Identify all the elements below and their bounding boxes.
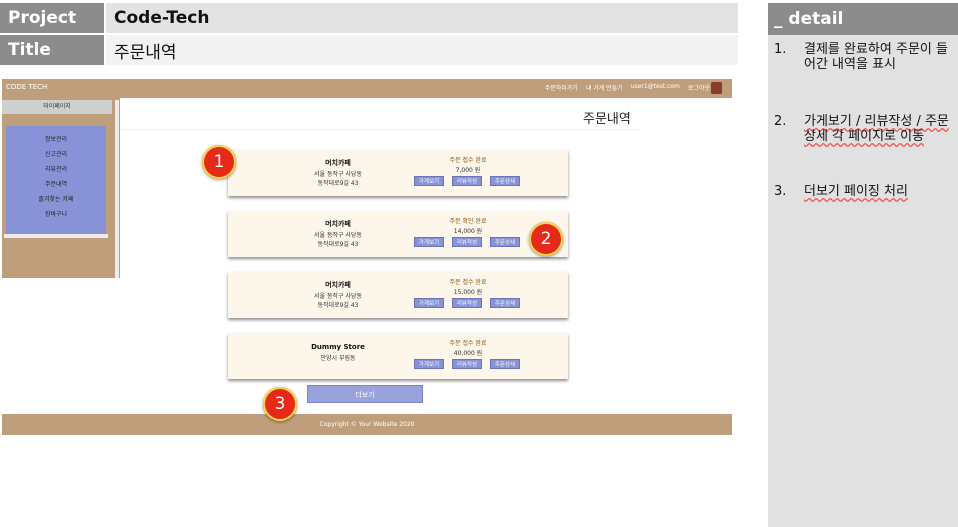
sidebar-menu: 정보관리 신고관리 리뷰관리 주문내역 즐겨찾는 카페 장바구니 [6, 126, 106, 234]
write-review-button[interactable]: 리뷰작성 [452, 359, 482, 369]
view-store-button[interactable]: 가게보기 [414, 176, 444, 186]
sidebar-vertical-scrollbar[interactable] [115, 100, 119, 278]
title-value: 주문내역 [106, 35, 738, 65]
store-address: 서울 동작구 사당동 [314, 293, 362, 300]
write-review-button[interactable]: 리뷰작성 [452, 298, 482, 308]
sidebar-item-report[interactable]: 신고관리 [6, 147, 106, 162]
store-address: 서울 동작구 사당동 [314, 232, 362, 239]
detail-item-text: 더보기 페이징 처리 [804, 184, 908, 199]
detail-item-2: 2. 가게보기 / 리뷰작성 / 주문상세 각 페이지로 이동 [774, 114, 954, 144]
project-value: Code-Tech [106, 3, 738, 33]
order-card: 머치카페 서울 동작구 사당동 동작대로9길 43 주문 접수 완료 7,000… [228, 150, 568, 196]
store-address: 안양시 부림동 [320, 355, 356, 362]
order-price: 7,000 원 [455, 167, 481, 174]
store-address-detail: 동작대로9길 43 [317, 241, 359, 248]
sidebar-item-favorites[interactable]: 즐겨찾는 카페 [6, 192, 106, 207]
order-card: 머치카페 서울 동작구 사당동 동작대로9길 43 주문 접수 완료 15,00… [228, 272, 568, 318]
navbar: CODE TECH 주문하러가기 내 가게 만들기 user1@test.com… [2, 79, 732, 98]
order-status: 주문 접수 완료 [449, 279, 487, 286]
title-label: Title [0, 35, 104, 65]
order-card: Dummy Store 안양시 부림동 주문 접수 완료 40,000 원 가게… [228, 333, 568, 379]
detail-item-number: 3. [774, 184, 787, 199]
order-detail-button[interactable]: 주문상세 [490, 176, 520, 186]
detail-item-text: 결제를 완료하여 주문이 들어간 내역을 표시 [804, 42, 948, 72]
order-price: 15,000 원 [453, 289, 483, 296]
store-name: 머치카페 [325, 159, 351, 167]
page-title: 주문내역 [583, 112, 631, 127]
view-store-button[interactable]: 가게보기 [414, 237, 444, 247]
sidebar-item-cart[interactable]: 장바구니 [6, 207, 106, 222]
footer: Copyright © Your Website 2020 [2, 414, 732, 435]
store-name: 머치카페 [325, 281, 351, 289]
order-detail-button[interactable]: 주문상세 [490, 237, 520, 247]
annotation-marker-2: 2 [529, 222, 563, 256]
order-status: 주문 접수 완료 [449, 340, 487, 347]
order-price: 40,000 원 [453, 350, 483, 357]
sidebar-item-info[interactable]: 정보관리 [6, 132, 106, 147]
order-status: 주문 확인 완료 [449, 218, 487, 225]
store-address-detail: 동작대로9길 43 [317, 302, 359, 309]
write-review-button[interactable]: 리뷰작성 [452, 237, 482, 247]
cart-icon[interactable] [711, 82, 722, 94]
project-label: Project [0, 3, 104, 33]
order-card: 머치카페 서울 동작구 사당동 동작대로9길 43 주문 확인 완료 14,00… [228, 211, 568, 257]
nav-link-my-store[interactable]: 내 가게 만들기 [586, 83, 623, 92]
detail-item-text: 가게보기 / 리뷰작성 / 주문상세 각 페이지로 이동 [804, 114, 949, 144]
store-name: Dummy Store [311, 343, 365, 351]
store-name: 머치카페 [325, 220, 351, 228]
nav-link-logout[interactable]: 로그아웃 [688, 83, 710, 92]
sidebar-item-review[interactable]: 리뷰관리 [6, 162, 106, 177]
nav-link-order[interactable]: 주문하러가기 [545, 83, 578, 92]
detail-heading: _ detail [768, 3, 958, 35]
annotation-marker-3: 3 [263, 387, 297, 421]
sidebar-title: 마이페이지 [2, 100, 112, 114]
store-address-detail: 동작대로9길 43 [317, 180, 359, 187]
brand-logo[interactable]: CODE TECH [6, 83, 47, 91]
detail-item-1: 1. 결제를 완료하여 주문이 들어간 내역을 표시 [774, 42, 954, 72]
order-status: 주문 접수 완료 [449, 157, 487, 164]
order-detail-button[interactable]: 주문상세 [490, 359, 520, 369]
detail-item-number: 1. [774, 42, 787, 57]
write-review-button[interactable]: 리뷰작성 [452, 176, 482, 186]
load-more-button[interactable]: 더보기 [307, 385, 423, 403]
order-detail-button[interactable]: 주문상세 [490, 298, 520, 308]
detail-item-3: 3. 더보기 페이징 처리 [774, 184, 954, 199]
order-price: 14,000 원 [453, 228, 483, 235]
view-store-button[interactable]: 가게보기 [414, 298, 444, 308]
annotation-marker-1: 1 [202, 145, 236, 179]
nav-links: 주문하러가기 내 가게 만들기 user1@test.com 로그아웃 [545, 83, 710, 92]
detail-item-number: 2. [774, 114, 787, 129]
title-divider [120, 129, 640, 130]
view-store-button[interactable]: 가게보기 [414, 359, 444, 369]
detail-panel [768, 3, 958, 527]
sidebar-item-orders[interactable]: 주문내역 [6, 177, 106, 192]
sidebar-horizontal-scrollbar[interactable] [4, 234, 108, 238]
nav-user-email[interactable]: user1@test.com [631, 83, 680, 92]
store-address: 서울 동작구 사당동 [314, 171, 362, 178]
